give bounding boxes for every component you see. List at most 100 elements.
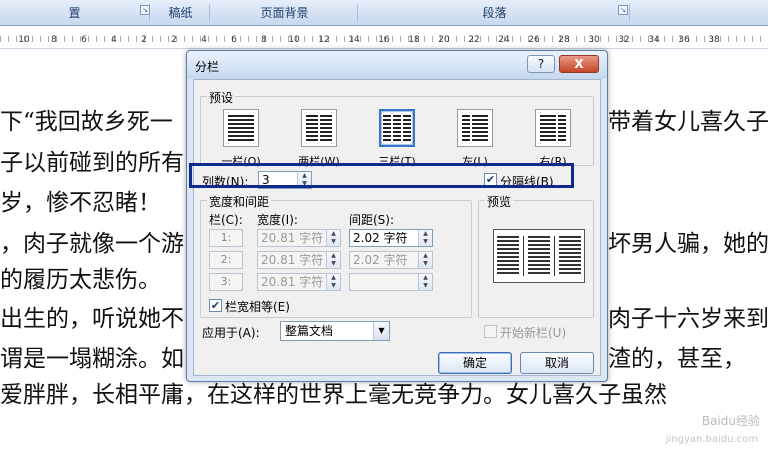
columns-dialog: 分栏 ? X 预设 一栏(O) 两栏(W) 三栏(T) 左(L) 右(R) 列数… — [186, 50, 608, 382]
ruler-tick-label: 2 — [141, 35, 147, 45]
ribbon-strip: 置 ↘ 稿纸 页面背景 段落 ↘ — [0, 0, 768, 26]
width-value: 20.81 字符 — [261, 253, 324, 267]
preview-group: 预览 — [478, 193, 594, 318]
spin-arrows-icon[interactable]: ▲ ▼ — [418, 230, 432, 246]
ribbon-group-label: 段落 — [482, 6, 507, 20]
width-input[interactable]: 20.81 字符 ▲ ▼ — [257, 251, 341, 269]
ruler-tick-label: 20 — [438, 35, 450, 45]
right-columns-icon — [535, 109, 571, 147]
new-column-checkbox[interactable] — [484, 325, 497, 338]
doc-line: 出生的，听说她不 — [0, 306, 184, 332]
ribbon-group-manuscript: 稿纸 — [152, 4, 210, 22]
ruler-tick-label: 4 — [111, 35, 117, 45]
baidu-watermark-url: jingyan.baidu.com — [665, 434, 758, 445]
three-columns-icon — [379, 109, 415, 147]
spin-arrows-icon[interactable]: ▲ ▼ — [326, 230, 340, 246]
dialog-titlebar[interactable]: 分栏 ? X — [187, 51, 607, 79]
ok-button[interactable]: 确定 — [438, 352, 512, 374]
ribbon-group-page-setup: 置 — [0, 4, 150, 22]
ruler-tick-label: 18 — [408, 35, 420, 45]
dialog-client: 预设 一栏(O) 两栏(W) 三栏(T) 左(L) 右(R) 列数(N): 3 … — [193, 79, 601, 376]
doc-line: 谓是一塌糊涂。如 — [0, 346, 184, 372]
baidu-watermark: Baidu经验 — [701, 414, 760, 428]
spin-arrows-icon[interactable]: ▲ ▼ — [418, 274, 432, 290]
horizontal-ruler[interactable]: 10 8 6 4 2 2 4 6 8 10 12 14 16 18 20 22 24 26 28 30 32 34 36 38 — [0, 27, 768, 49]
ruler-tick-label: 32 — [618, 35, 630, 45]
ruler-tick-label: 34 — [648, 35, 660, 45]
cancel-button[interactable]: 取消 — [520, 352, 594, 374]
two-columns-icon — [301, 109, 337, 147]
spacing-input[interactable]: 2.02 字符 ▲ ▼ — [349, 251, 433, 269]
ribbon-group-label: 页面背景 — [260, 6, 309, 20]
spin-arrows-icon[interactable]: ▲ ▼ — [418, 252, 432, 268]
ruler-tick-label: 24 — [498, 35, 510, 45]
apply-to-value: 整篇文档 — [285, 324, 334, 338]
new-column-label: 开始新栏(U) — [500, 326, 567, 340]
help-button[interactable]: ? — [527, 55, 555, 73]
doc-line: 岁，惨不忍睹！ — [0, 190, 161, 216]
close-button[interactable]: X — [559, 55, 599, 73]
column-number: 1: — [209, 229, 243, 247]
ruler-tick-label: 30 — [588, 35, 600, 45]
doc-line: 带着女儿喜久子 — [608, 109, 768, 135]
ruler-tick-label: 16 — [378, 35, 390, 45]
ruler-tick-label: 6 — [81, 35, 87, 45]
preview-page-icon — [493, 229, 585, 283]
dialog-title: 分栏 — [195, 60, 220, 74]
page-setup-launcher-icon[interactable]: ↘ — [140, 5, 150, 15]
doc-line: 子以前碰到的所有 — [0, 150, 184, 176]
ribbon-group-label: 置 — [68, 6, 81, 20]
ruler-tick-label: 12 — [318, 35, 330, 45]
width-input[interactable]: 20.81 字符 ▲ ▼ — [257, 273, 341, 291]
ruler-tick-label: 38 — [708, 35, 720, 45]
doc-line: 的履历太悲伤。 — [0, 267, 161, 293]
doc-line: ，肉子就像一个游 — [0, 231, 184, 257]
spacing-header: 间距(S): — [349, 213, 395, 227]
ruler-tick-label: 22 — [468, 35, 480, 45]
apply-to-select[interactable]: 整篇文档 ▼ — [280, 321, 390, 341]
width-value: 20.81 字符 — [261, 231, 324, 245]
width-header: 宽度(I): — [257, 213, 298, 227]
spin-arrows-icon[interactable]: ▲ ▼ — [326, 274, 340, 290]
spacing-value: 2.02 字符 — [353, 231, 408, 245]
ruler-tick-label: 36 — [678, 35, 690, 45]
ruler-tick-label: 2 — [171, 35, 177, 45]
ruler-tick-label: 10 — [288, 35, 300, 45]
width-spacing-group: 宽度和间距 栏(C): 宽度(I): 间距(S): 1: 20.81 字符 ▲ ▼ … — [200, 193, 472, 318]
annotation-highlight-box — [189, 163, 574, 188]
width-value: 20.81 字符 — [261, 275, 324, 289]
paragraph-launcher-icon[interactable]: ↘ — [618, 5, 628, 15]
ruler-tick-label: 8 — [261, 35, 267, 45]
ruler-tick-label: 10 — [18, 35, 30, 45]
width-spacing-label: 宽度和间距 — [207, 193, 272, 210]
close-icon: X — [574, 57, 584, 71]
doc-line: 肉子十六岁来到 — [608, 306, 768, 332]
doc-line: 坏男人骗，她的 — [608, 231, 768, 257]
ruler-tick-label: 4 — [201, 35, 207, 45]
column-number: 3: — [209, 273, 243, 291]
spacing-value: 2.02 字符 — [353, 253, 408, 267]
ribbon-group-page-background: 页面背景 — [212, 4, 358, 22]
width-input[interactable]: 20.81 字符 ▲ ▼ — [257, 229, 341, 247]
apply-to-label: 应用于(A): — [202, 326, 260, 340]
ribbon-group-label: 稿纸 — [168, 6, 193, 20]
ruler-tick-label: 26 — [528, 35, 540, 45]
doc-line: 下“我回故乡死一 — [0, 109, 173, 135]
chevron-down-icon[interactable]: ▼ — [373, 322, 389, 340]
spacing-input[interactable]: 2.02 字符 ▲ ▼ — [349, 229, 433, 247]
spin-arrows-icon[interactable]: ▲ ▼ — [326, 252, 340, 268]
presets-group: 预设 一栏(O) 两栏(W) 三栏(T) 左(L) 右(R) — [200, 89, 594, 168]
ruler-tick-label: 8 — [51, 35, 57, 45]
column-number: 2: — [209, 251, 243, 269]
col-header: 栏(C): — [209, 213, 243, 227]
presets-label: 预设 — [207, 89, 236, 106]
equal-width-checkbox[interactable]: ✔ — [209, 299, 222, 312]
left-columns-icon — [457, 109, 493, 147]
preview-label: 预览 — [485, 193, 514, 210]
spacing-input[interactable]: ▲ ▼ — [349, 273, 433, 291]
ribbon-group-paragraph: 段落 — [360, 4, 630, 22]
doc-line: 渣的，甚至， — [608, 346, 746, 372]
equal-width-label: 栏宽相等(E) — [225, 300, 290, 314]
ruler-tick-label: 14 — [348, 35, 360, 45]
ruler-tick-label: 28 — [558, 35, 570, 45]
